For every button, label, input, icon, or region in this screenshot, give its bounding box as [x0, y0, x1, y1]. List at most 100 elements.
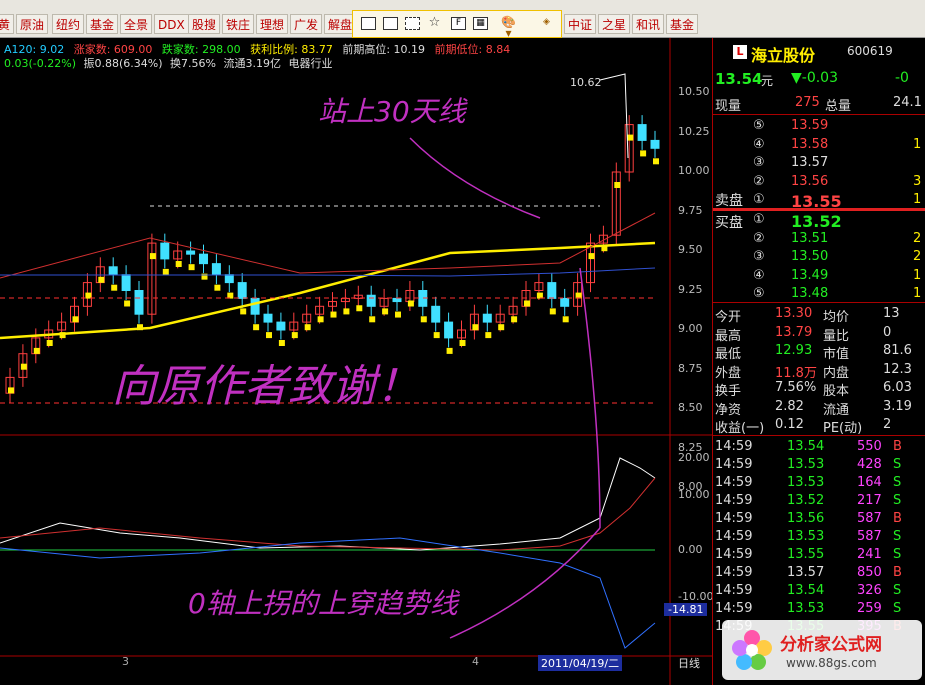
- volume-marker: [369, 316, 376, 323]
- stat-label: 流通: [823, 402, 850, 418]
- level-price: 13.50: [791, 249, 829, 264]
- volume-marker: [588, 253, 595, 260]
- handwriting-thanks-note: 向原作者致谢！: [112, 361, 420, 412]
- candle-body: [366, 294, 376, 307]
- volume-marker: [640, 150, 647, 157]
- candle-body: [199, 253, 208, 265]
- stock-logo: L: [733, 45, 747, 59]
- now-volume-label: 现量: [715, 99, 742, 114]
- level-price: 13.59: [791, 118, 829, 133]
- volume-marker: [420, 316, 427, 323]
- tick-time: 14:59: [715, 475, 753, 490]
- candle-body: [121, 274, 131, 291]
- volume-marker: [407, 300, 414, 307]
- toolbar-button[interactable]: 全景: [120, 14, 153, 34]
- tick-side: S: [893, 547, 902, 562]
- price-change: ▼-0.03: [791, 70, 838, 86]
- flower-logo-icon: [730, 628, 774, 672]
- stats-row: 收益(一) 0.12 PE(动) 2: [713, 417, 925, 436]
- volume-marker: [614, 182, 621, 188]
- volume-marker: [330, 311, 337, 318]
- star-icon[interactable]: ☆: [427, 16, 442, 30]
- level-volume: 1: [913, 286, 922, 301]
- toolbar-button[interactable]: 基金: [666, 14, 699, 34]
- period-label[interactable]: 日线: [678, 655, 700, 671]
- price-tick-label: 9.50: [678, 243, 703, 256]
- stat-label: 股本: [823, 384, 850, 399]
- volume-marker: [498, 324, 505, 331]
- tick-time: 14:59: [715, 511, 753, 526]
- tick-price: 13.53: [787, 475, 825, 490]
- tick-side: B: [893, 439, 902, 454]
- level-number: ③: [753, 249, 765, 264]
- price-tick-label: 8.50: [678, 401, 703, 414]
- level-number: ⑤: [753, 286, 765, 301]
- tick-row: 14:59 13.53 428 S: [713, 457, 925, 475]
- toolbar-button[interactable]: 原油: [16, 14, 49, 34]
- toolbar-button[interactable]: 股搜: [188, 14, 221, 34]
- tick-time: 14:59: [715, 493, 753, 508]
- stats-row: 今开 13.30 均价 13: [713, 306, 925, 325]
- tick-price: 13.52: [787, 493, 825, 508]
- toolbar-button[interactable]: 理想: [256, 14, 289, 34]
- candle-body: [392, 297, 402, 303]
- level-volume: 1: [913, 136, 922, 152]
- toolbar-button[interactable]: 铁庄: [222, 14, 255, 34]
- restore-window-icon[interactable]: [383, 17, 398, 30]
- toolbar-button[interactable]: 之星: [598, 14, 631, 34]
- toolbar-button[interactable]: 和讯: [632, 14, 665, 34]
- osc-tick-label: 20.00: [678, 451, 710, 464]
- tag-icon[interactable]: ◈: [539, 17, 554, 30]
- order-book-row: ④ 13.58 1: [713, 137, 925, 155]
- total-volume-label: 总量: [825, 99, 852, 114]
- level-number: ②: [753, 230, 765, 246]
- stats-row: 外盘 11.8万 内盘 12.3: [713, 362, 925, 381]
- level-number: ①: [753, 212, 765, 227]
- stock-name: 海立股份: [751, 46, 816, 65]
- tick-time: 14:59: [715, 529, 753, 544]
- stat-value: 3.19: [883, 398, 912, 414]
- tick-volume: 259: [857, 601, 882, 616]
- order-book-row: ④ 13.49 1: [713, 268, 925, 286]
- stat-value: 81.6: [883, 343, 912, 358]
- level-price: 13.51: [791, 230, 829, 246]
- window-icon[interactable]: [361, 17, 376, 30]
- tick-row: 14:59 13.52 217 S: [713, 493, 925, 511]
- level-number: ③: [753, 155, 765, 170]
- palette-icon[interactable]: 🎨▾: [501, 16, 516, 39]
- toolbar-button[interactable]: 中证: [564, 14, 597, 34]
- formula-icon[interactable]: F: [451, 17, 466, 30]
- price-tick-label: 9.25: [678, 282, 703, 296]
- oscillator-current-value: -14.81: [664, 603, 708, 616]
- level-price: 13.57: [791, 155, 829, 170]
- stock-app-window: 黄原油 纽约 基金 全景 DDX 股搜 铁庄 理想 广发 解盘 ☆ F ▦ 🎨▾ ◈ 中证 之星 和讯…: [0, 0, 925, 685]
- candle-body: [482, 313, 492, 323]
- osc-tick-label: 0.00: [678, 543, 703, 556]
- toolbar-button[interactable]: 黄: [0, 14, 15, 34]
- volume-marker: [240, 308, 247, 315]
- top-toolbar: 黄原油 纽约 基金 全景 DDX 股搜 铁庄 理想 广发 解盘 ☆ F ▦ 🎨▾ ◈ 中证 之星 和讯…: [0, 0, 925, 39]
- tick-price: 13.56: [787, 511, 825, 526]
- stats-row: 最高 13.79 量比 0: [713, 324, 925, 344]
- toolbar-button[interactable]: DDX: [154, 14, 189, 34]
- month-mark-3: 3: [122, 655, 129, 668]
- handwriting-ma30-note: 站上30天线: [318, 95, 466, 128]
- order-book-row: ② 13.51 2: [713, 231, 925, 249]
- stats-row: 净资 2.82 流通 3.19: [713, 398, 925, 418]
- toolbar-button[interactable]: 基金: [86, 14, 119, 34]
- stat-value: 0: [883, 324, 892, 340]
- watermark-badge: 分析家公式网 www.88gs.com: [722, 620, 922, 680]
- tick-time: 14:59: [715, 547, 753, 562]
- volume-marker: [459, 340, 466, 346]
- stat-value: 13: [883, 306, 900, 321]
- tick-time: 14:59: [715, 601, 753, 616]
- select-rect-icon[interactable]: [405, 17, 420, 30]
- stat-label: PE(动): [823, 421, 863, 436]
- candle-body: [108, 266, 118, 276]
- level-volume: 2: [913, 230, 922, 246]
- grid-icon[interactable]: ▦: [473, 17, 488, 30]
- toolbar-button[interactable]: 纽约: [52, 14, 85, 34]
- volume-marker: [343, 308, 350, 315]
- toolbar-button[interactable]: 广发: [290, 14, 323, 34]
- price-tick-label: 9.75: [678, 203, 703, 217]
